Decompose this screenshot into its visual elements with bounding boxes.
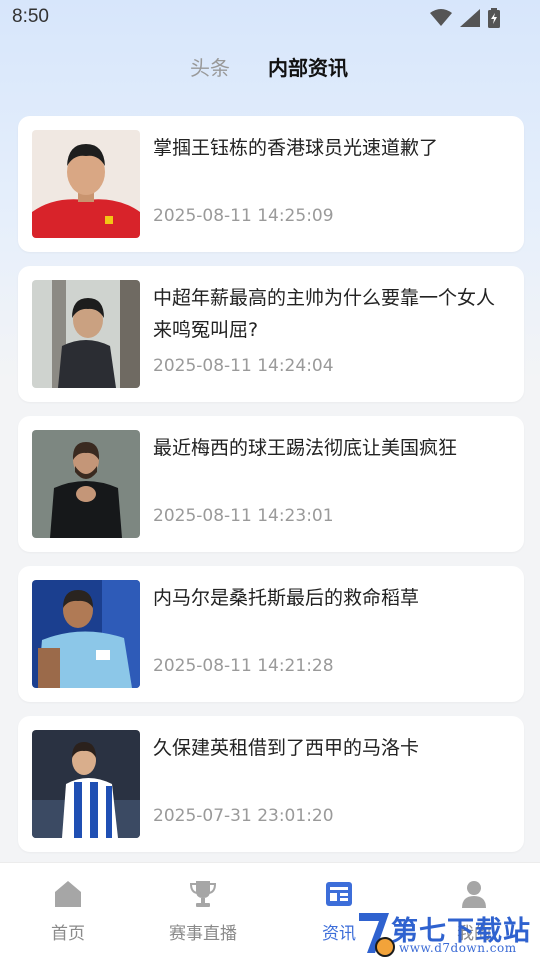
status-time: 8:50 <box>12 6 49 27</box>
watermark-url: www.d7down.com <box>399 941 517 955</box>
news-thumbnail <box>32 280 140 388</box>
nav-home[interactable]: 首页 <box>18 879 118 949</box>
news-title: 内马尔是桑托斯最后的救命稻草 <box>153 587 420 609</box>
news-thumbnail <box>32 580 140 688</box>
news-time: 2025-08-11 14:25:09 <box>153 206 334 226</box>
news-title: 掌掴王钰栋的香港球员光速道歉了 <box>153 137 439 159</box>
status-icons <box>430 8 500 28</box>
news-time: 2025-08-11 14:21:28 <box>153 656 334 676</box>
news-title: 中超年薪最高的主帅为什么要靠一个女人来鸣冤叫屈? <box>153 287 496 341</box>
news-card[interactable]: 久保建英租借到了西甲的马洛卡 2025-07-31 23:01:20 <box>18 716 524 852</box>
news-card[interactable]: 内马尔是桑托斯最后的救命稻草 2025-08-11 14:21:28 <box>18 566 524 702</box>
news-time: 2025-07-31 23:01:20 <box>153 806 334 826</box>
news-thumbnail <box>32 130 140 238</box>
tab-headlines[interactable]: 头条 <box>190 52 230 81</box>
news-card[interactable]: 最近梅西的球王踢法彻底让美国疯狂 2025-08-11 14:23:01 <box>18 416 524 552</box>
watermark-logo-icon <box>359 913 395 957</box>
battery-icon <box>488 8 500 28</box>
top-tabs: 头条 内部资讯 <box>0 52 540 88</box>
news-card[interactable]: 中超年薪最高的主帅为什么要靠一个女人来鸣冤叫屈? 2025-08-11 14:2… <box>18 266 524 402</box>
nav-live[interactable]: 赛事直播 <box>153 879 253 949</box>
news-icon <box>326 882 352 906</box>
news-time: 2025-08-11 14:24:04 <box>153 356 334 376</box>
trophy-icon <box>189 881 217 907</box>
news-thumbnail <box>32 430 140 538</box>
news-card[interactable]: 掌掴王钰栋的香港球员光速道歉了 2025-08-11 14:25:09 <box>18 116 524 252</box>
news-title: 久保建英租借到了西甲的马洛卡 <box>153 737 420 759</box>
news-thumbnail <box>32 730 140 838</box>
news-time: 2025-08-11 14:23:01 <box>153 506 334 526</box>
nav-live-label: 赛事直播 <box>169 924 237 944</box>
tab-internal-news[interactable]: 内部资讯 <box>268 52 348 81</box>
wifi-icon <box>430 9 452 26</box>
nav-home-label: 首页 <box>51 924 85 944</box>
status-bar: 8:50 <box>0 0 540 36</box>
news-title: 最近梅西的球王踢法彻底让美国疯狂 <box>153 437 458 459</box>
signal-icon <box>460 9 480 27</box>
watermark: 第七下载站 www.d7down.com <box>355 905 540 960</box>
home-icon <box>55 881 81 907</box>
